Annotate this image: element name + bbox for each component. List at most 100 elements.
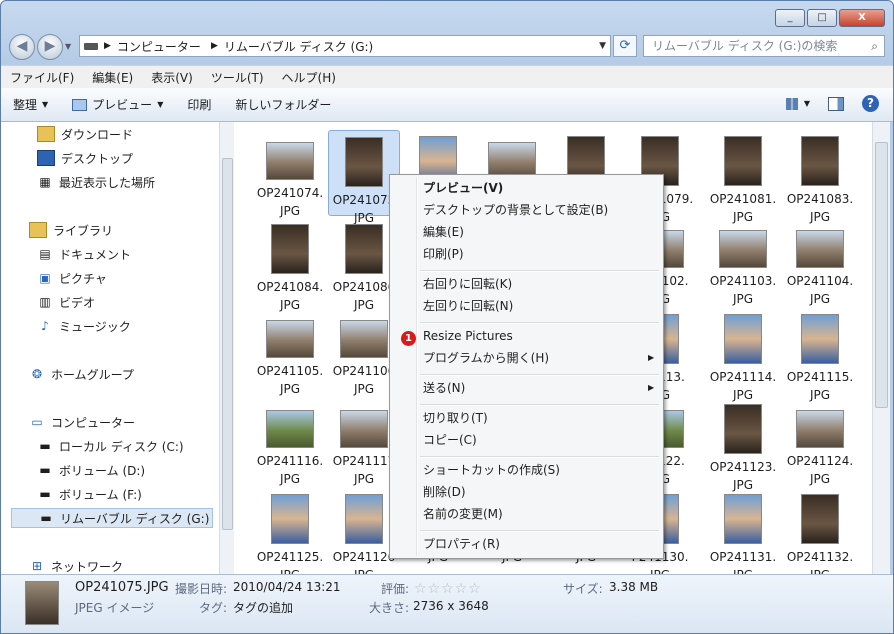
context-menu: プレビュー(V) デスクトップの背景として設定(B) 編集(E) 印刷(P) 右…	[389, 174, 664, 559]
nav-item-homegroup[interactable]: ❂ ホームグループ	[29, 364, 134, 384]
file-list-scrollbar[interactable]	[872, 122, 890, 574]
file-item[interactable]: OP241105. JPG	[254, 308, 326, 396]
file-item[interactable]: OP241115. JPG	[784, 308, 856, 402]
navigation-scrollbar[interactable]	[219, 122, 234, 574]
breadcrumb-arrow-icon[interactable]: ▶	[104, 41, 111, 51]
print-button[interactable]: 印刷	[175, 96, 223, 113]
file-item[interactable]: OP241124. JPG	[784, 398, 856, 486]
breadcrumb-removable-disk[interactable]: リムーバブル ディスク (G:)	[224, 38, 373, 55]
details-filesize-label: サイズ:	[563, 582, 603, 596]
nav-item-volume-f[interactable]: ▬ ボリューム (F:)	[37, 484, 142, 504]
details-tag-label: タグ:	[199, 601, 228, 615]
menu-item-delete[interactable]: 削除(D)	[423, 482, 466, 502]
menu-tools[interactable]: ツール(T)	[202, 69, 273, 86]
file-thumbnail	[796, 410, 844, 448]
file-thumbnail	[801, 494, 839, 544]
refresh-button[interactable]: ⟳	[613, 35, 637, 57]
menu-item-rename[interactable]: 名前の変更(M)	[423, 504, 503, 524]
nav-item-libraries[interactable]: ライブラリ	[29, 220, 113, 240]
file-name: OP241081.	[709, 192, 777, 206]
nav-item-removable-g[interactable]: ▬ リムーバブル ディスク (G:)	[11, 508, 213, 528]
nav-item-videos[interactable]: ▥ ビデオ	[37, 292, 95, 312]
file-item[interactable]: OP241123. JPG	[707, 398, 779, 492]
address-dropdown-icon[interactable]: ▼	[599, 41, 606, 51]
menu-separator	[420, 374, 659, 376]
nav-item-network[interactable]: ⊞ ネットワーク	[29, 556, 123, 574]
minimize-button[interactable]: _	[775, 9, 805, 27]
file-thumbnail	[719, 230, 767, 268]
file-name: OP241105.	[256, 364, 324, 378]
preview-button[interactable]: プレビュー ▼	[60, 96, 175, 113]
menu-item-send-to[interactable]: 送る(N) ▶	[423, 378, 654, 398]
file-item[interactable]: OP241132. JPG	[784, 488, 856, 574]
preview-pane-icon[interactable]	[828, 96, 844, 111]
breadcrumb-computer[interactable]: コンピューター	[117, 38, 201, 55]
nav-item-documents[interactable]: ▤ ドキュメント	[37, 244, 131, 264]
chevron-down-icon: ▼	[42, 100, 49, 109]
nav-item-pictures[interactable]: ▣ ピクチャ	[37, 268, 107, 288]
organize-button[interactable]: 整理 ▼	[1, 96, 60, 113]
file-item[interactable]: OP241114. JPG	[707, 308, 779, 402]
file-thumbnail	[266, 410, 314, 448]
nav-item-downloads[interactable]: ダウンロード	[37, 124, 133, 144]
help-icon[interactable]: ?	[862, 95, 879, 112]
details-tag-value[interactable]: タグの追加	[233, 599, 293, 616]
recent-pages-dropdown-icon[interactable]: ▼	[65, 34, 75, 60]
menu-help[interactable]: ヘルプ(H)	[273, 69, 345, 86]
back-button[interactable]: ◀	[9, 34, 35, 60]
file-name: OP241074.	[256, 186, 324, 200]
menu-item-print[interactable]: 印刷(P)	[423, 244, 464, 264]
nav-item-desktop[interactable]: デスクトップ	[37, 148, 133, 168]
menu-item-edit[interactable]: 編集(E)	[423, 222, 464, 242]
new-folder-button[interactable]: 新しいフォルダー	[223, 96, 343, 113]
address-bar[interactable]: ▶ コンピューター ▶ リムーバブル ディスク (G:) ▼	[79, 35, 611, 57]
chevron-down-icon[interactable]: ▼	[804, 99, 810, 108]
search-input[interactable]: リムーバブル ディスク (G:)の検索 ⌕	[643, 35, 885, 57]
file-item[interactable]: OP241081. JPG	[707, 130, 779, 224]
menu-item-resize-pictures[interactable]: Resize Pictures	[423, 326, 513, 346]
file-item[interactable]: OP241131. JPG	[707, 488, 779, 574]
breadcrumb-arrow-icon[interactable]: ▶	[211, 41, 218, 51]
file-item[interactable]: OP241083. JPG	[784, 130, 856, 224]
file-item[interactable]: OP241116. JPG	[254, 398, 326, 486]
menu-item-preview[interactable]: プレビュー(V)	[423, 178, 503, 198]
menu-edit[interactable]: 編集(E)	[83, 69, 142, 86]
nav-item-label: ドキュメント	[59, 247, 132, 262]
library-icon	[29, 222, 47, 238]
details-rating-label: 評価:	[381, 582, 410, 596]
maximize-button[interactable]: □	[807, 9, 837, 27]
file-extension: JPG	[707, 566, 779, 574]
menu-item-set-desktop-background[interactable]: デスクトップの背景として設定(B)	[423, 200, 608, 220]
nav-item-volume-d[interactable]: ▬ ボリューム (D:)	[37, 460, 145, 480]
nav-item-recent[interactable]: ▦ 最近表示した場所	[37, 172, 155, 192]
file-item[interactable]: OP241104. JPG	[784, 218, 856, 306]
menu-item-properties[interactable]: プロパティ(R)	[423, 534, 500, 554]
menu-item-rotate-right[interactable]: 右回りに回転(K)	[423, 274, 512, 294]
file-item[interactable]: OP241103. JPG	[707, 218, 779, 306]
menu-item-rotate-left[interactable]: 左回りに回転(N)	[423, 296, 513, 316]
rating-stars[interactable]: ☆☆☆☆☆	[414, 581, 482, 597]
menu-view[interactable]: 表示(V)	[142, 69, 202, 86]
chevron-down-icon: ▼	[157, 100, 164, 109]
details-filename: OP241075.JPG	[75, 580, 169, 595]
nav-item-local-disk-c[interactable]: ▬ ローカル ディスク (C:)	[37, 436, 183, 456]
file-item[interactable]: OP241084. JPG	[254, 218, 326, 312]
scrollbar-thumb[interactable]	[875, 142, 888, 408]
view-options-icon[interactable]	[785, 97, 798, 110]
scrollbar-thumb[interactable]	[222, 158, 233, 530]
menu-file[interactable]: ファイル(F)	[1, 69, 83, 86]
nav-item-computer[interactable]: ▭ コンピューター	[29, 412, 135, 432]
close-button[interactable]: X	[839, 9, 885, 27]
menu-item-copy[interactable]: コピー(C)	[423, 430, 477, 450]
menu-item-open-with[interactable]: プログラムから開く(H) ▶	[423, 348, 654, 368]
file-item[interactable]: OP241074. JPG	[254, 130, 326, 218]
nav-item-music[interactable]: ♪ ミュージック	[37, 316, 131, 336]
details-filesize-value: 3.38 MB	[609, 580, 659, 594]
search-icon[interactable]: ⌕	[871, 36, 878, 56]
menu-item-cut[interactable]: 切り取り(T)	[423, 408, 488, 428]
file-extension: JPG	[254, 566, 326, 574]
file-item[interactable]: OP241125. JPG	[254, 488, 326, 574]
forward-button[interactable]: ▶	[37, 34, 63, 60]
menu-separator	[420, 322, 659, 324]
menu-item-create-shortcut[interactable]: ショートカットの作成(S)	[423, 460, 560, 480]
